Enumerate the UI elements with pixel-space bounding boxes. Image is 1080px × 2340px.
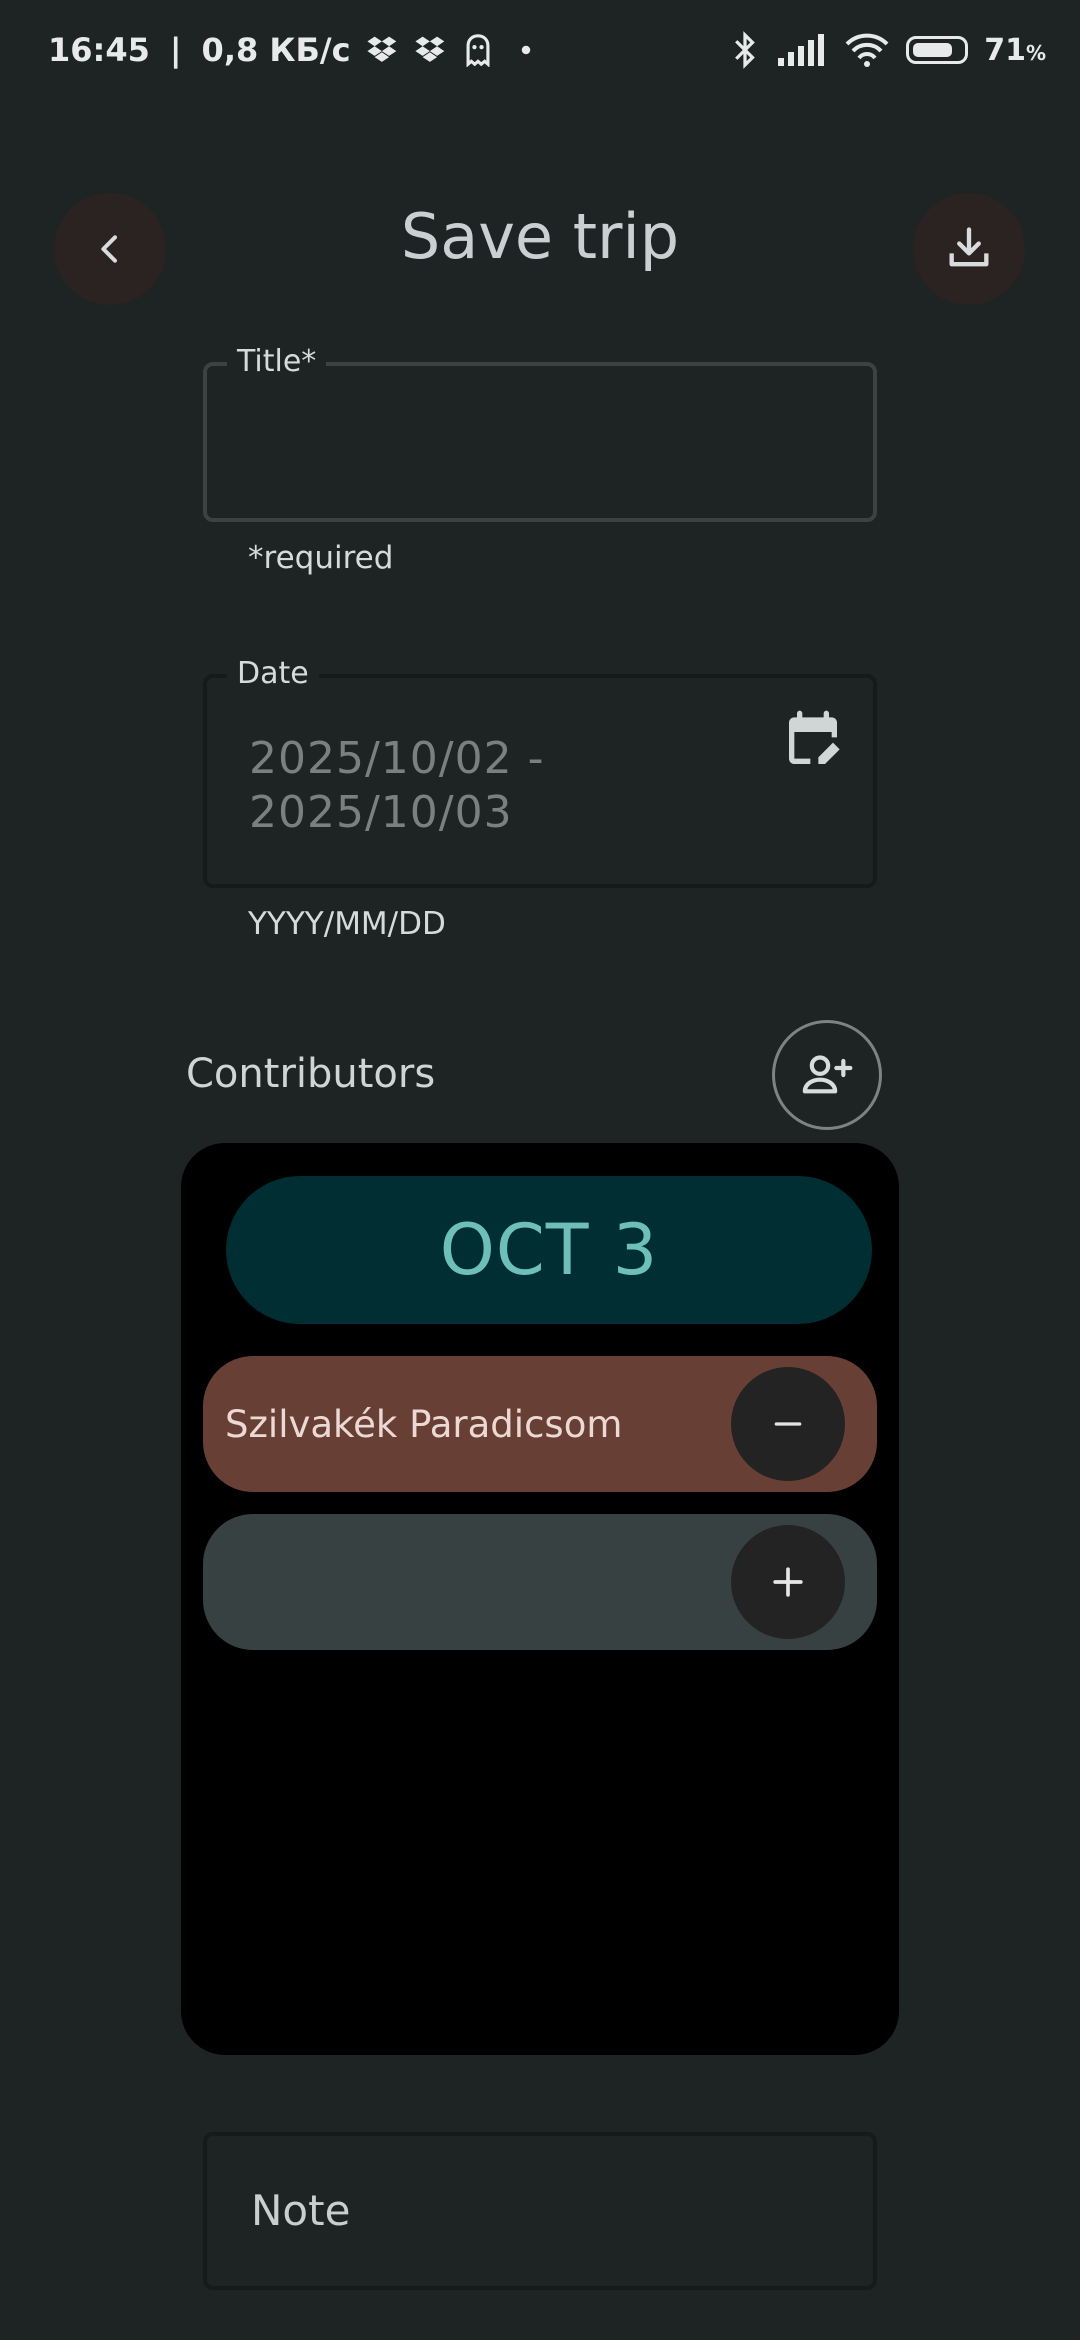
status-bar-right: 71% bbox=[730, 24, 1046, 76]
date-field[interactable]: Date 2025/10/02 - 2025/10/03 bbox=[203, 656, 877, 888]
date-value: 2025/10/02 - 2025/10/03 bbox=[249, 732, 544, 840]
date-helper-text: YYYY/MM/DD bbox=[248, 906, 446, 942]
ghost-icon bbox=[466, 34, 490, 67]
wifi-icon bbox=[845, 33, 889, 67]
signal-icon bbox=[778, 34, 825, 66]
date-value-start: 2025/10/02 - bbox=[249, 733, 545, 784]
date-field-label: Date bbox=[227, 656, 319, 692]
dropbox-icon bbox=[414, 36, 444, 62]
status-bar-left: 16:45 | 0,8 КБ/с bbox=[48, 26, 543, 74]
battery-icon bbox=[906, 36, 969, 64]
contributor-row-empty[interactable] bbox=[203, 1514, 877, 1650]
bluetooth-icon bbox=[735, 31, 756, 69]
title-field-label: Title* bbox=[227, 344, 327, 380]
date-chip[interactable]: OCT 3 bbox=[226, 1176, 872, 1324]
contributor-name: Szilvakék Paradicsom bbox=[225, 1402, 623, 1446]
person-add-icon bbox=[802, 1055, 853, 1094]
add-contributor-button[interactable] bbox=[772, 1020, 882, 1130]
date-value-end: 2025/10/03 bbox=[249, 787, 513, 838]
dropbox-icon bbox=[366, 36, 396, 62]
remove-contributor-button[interactable] bbox=[731, 1367, 845, 1481]
network-speed: 0,8 КБ/с bbox=[201, 31, 351, 69]
note-label: Note bbox=[251, 2186, 351, 2235]
title-field[interactable]: Title* bbox=[203, 344, 877, 522]
status-time: 16:45 bbox=[48, 31, 150, 69]
contributors-title: Contributors bbox=[186, 1051, 436, 1097]
contributors-panel: OCT 3 Szilvakék Paradicsom bbox=[181, 1143, 899, 2055]
note-field[interactable]: Note bbox=[203, 2132, 877, 2290]
calendar-edit-icon bbox=[789, 710, 840, 764]
battery-percentage: 71% bbox=[984, 32, 1046, 68]
calendar-button[interactable] bbox=[781, 708, 845, 772]
contributor-row[interactable]: Szilvakék Paradicsom bbox=[203, 1356, 877, 1492]
minus-icon bbox=[774, 1422, 802, 1426]
download-button[interactable] bbox=[913, 193, 1025, 305]
plus-icon bbox=[773, 1567, 803, 1597]
title-helper-text: *required bbox=[248, 540, 394, 576]
download-icon bbox=[949, 227, 989, 267]
status-separator: | bbox=[169, 31, 182, 69]
add-row-button[interactable] bbox=[731, 1525, 845, 1639]
dot-icon bbox=[521, 45, 530, 55]
